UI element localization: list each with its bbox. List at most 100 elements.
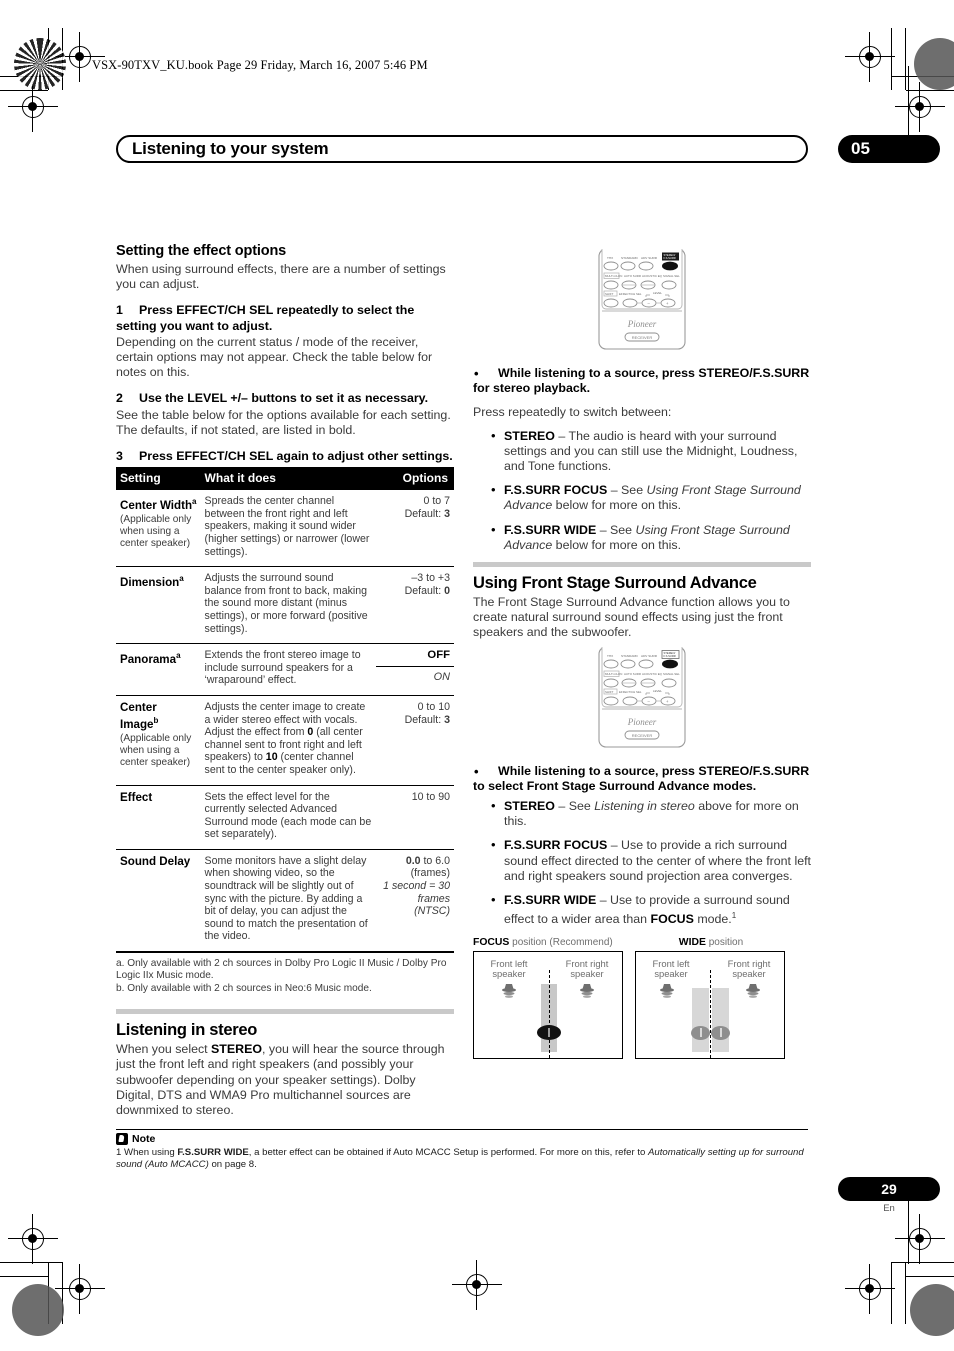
- cell-desc-panorama: Extends the front stereo image to includ…: [200, 643, 377, 696]
- table-footnotes: a. Only available with 2 ch sources in D…: [116, 953, 454, 995]
- setting-name-center-image: Center Image: [120, 700, 157, 732]
- options-range-center-image: 0 to 10: [417, 700, 450, 713]
- crop-mark-bl-h2: [0, 1276, 48, 1278]
- registration-mark-top-left-lower: [8, 82, 58, 132]
- cell-desc-center-width: Spreads the center channel between the f…: [204, 495, 370, 558]
- step-1-text: Press EFFECT/CH SEL repeatedly to select…: [116, 303, 415, 333]
- svg-text:THX: THX: [607, 654, 613, 658]
- diagram-wide: WIDE position Front left speaker Front r…: [635, 937, 787, 1059]
- diagram-focus-box: Front left speaker Front right speaker: [473, 950, 623, 1059]
- svg-text:RECEIVER: RECEIVER: [632, 732, 653, 737]
- setting-name-panorama: Panorama: [120, 653, 177, 667]
- text-wide-post: below for more on this.: [552, 537, 682, 552]
- term-fssa-stereo: STEREO: [504, 799, 555, 814]
- stereo-instruction-heading-text: While listening to a source, press STERE…: [473, 366, 810, 396]
- cell-setting-effect: Effect: [116, 784, 201, 850]
- step-1-number: 1: [116, 303, 123, 318]
- setting-name-effect: Effect: [120, 790, 153, 804]
- stereo-mode-list: STEREO – The audio is heard with your su…: [473, 428, 811, 553]
- table-row-panorama: Panoramaa Extends the front stereo image…: [116, 643, 454, 696]
- crop-mark-tr-v: [891, 28, 893, 90]
- svg-text:MULTI-CH IN: MULTI-CH IN: [605, 274, 622, 278]
- cell-options-center-image: 0 to 10 Default: 3: [376, 694, 454, 786]
- svg-text:Pioneer: Pioneer: [627, 319, 657, 329]
- section-heading-front-stage-surround-advance: Using Front Stage Surround Advance: [473, 574, 757, 593]
- right-column: THX STANDARD ADV SURR STEREO/ F.S.SURR M…: [473, 243, 811, 1059]
- stereo-mode-item-stereo: STEREO – The audio is heard with your su…: [491, 428, 811, 475]
- cell-desc-dimension: Adjusts the surround sound balance from …: [200, 566, 377, 644]
- term-fssa-focus: F.S.SURR FOCUS: [504, 838, 608, 853]
- svg-text:SIGNAL SEL: SIGNAL SEL: [663, 274, 680, 278]
- section-body-front-stage-surround-advance: The Front Stage Surround Advance functio…: [473, 595, 790, 640]
- step-3-number: 3: [116, 449, 123, 464]
- diagram-wide-left-speaker-icon: [660, 983, 674, 998]
- svg-text:LEVEL: LEVEL: [653, 689, 662, 693]
- desc-ci-b2: 10: [265, 751, 278, 764]
- term-stereo: STEREO: [504, 428, 555, 443]
- text-focus-pre: See: [621, 483, 647, 498]
- diagram-wide-caption: WIDE position: [635, 937, 787, 948]
- cell-desc-sound-delay: Some monitors have a slight delay when s…: [200, 848, 377, 952]
- book-file-header: VSX-90TXV_KU.book Page 29 Friday, March …: [92, 58, 428, 72]
- diagram-focus-right-speaker-icon: [580, 983, 594, 998]
- setting-note-center-width: (Applicable only when using a center spe…: [120, 513, 192, 549]
- crop-mark-tr-v2: [905, 28, 907, 90]
- note-block: Note 1 When using F.S.SURR WIDE, a bette…: [116, 1129, 808, 1171]
- stereo-instruction-heading: While listening to a source, press STERE…: [473, 366, 811, 396]
- chapter-number-badge: 05: [838, 135, 940, 163]
- page-number-badge: 29: [838, 1177, 940, 1201]
- cell-setting-center-width: Center Widtha (Applicable only when usin…: [116, 490, 201, 566]
- left-column: Setting the effect options When using su…: [116, 243, 454, 1129]
- fssa-mode-item-wide: F.S.SURR WIDE – Use to provide a surroun…: [491, 892, 811, 928]
- density-patch-top-left: [14, 38, 66, 90]
- svg-text:F.S.SURR: F.S.SURR: [664, 654, 676, 658]
- setting-note-center-image: (Applicable only when using a center spe…: [120, 733, 192, 768]
- dash-stereo: –: [554, 428, 569, 443]
- effect-options-table: Setting What it does Options Center Widt…: [116, 467, 454, 952]
- stereo-mode-item-wide: F.S.SURR WIDE – See Using Front Stage Su…: [491, 522, 811, 553]
- table-header-row: Setting What it does Options: [116, 467, 454, 491]
- options-sd-bold: 0.0: [405, 854, 421, 867]
- setting-name-dimension: Dimension: [120, 576, 180, 590]
- density-patch-bottom-right: [910, 1284, 954, 1336]
- diagram-focus-listener-mark: [548, 1027, 550, 1037]
- diagram-wide-coverage-right: [712, 987, 729, 1052]
- chapter-title-bar: Listening to your system: [116, 135, 808, 163]
- cell-options-center-width: 0 to 7 Default: 3: [376, 490, 454, 566]
- options-default-center-image: 3: [444, 713, 450, 726]
- dash-focus: –: [607, 483, 622, 498]
- fssa-instruction-heading-text: While listening to a source, press STERE…: [473, 763, 810, 793]
- step-2-number: 2: [116, 391, 123, 406]
- cell-setting-dimension: Dimensiona: [116, 566, 201, 644]
- cell-desc-effect: Sets the effect level for the currently …: [200, 784, 377, 850]
- term-fssurr-focus: F.S.SURR FOCUS: [504, 483, 608, 498]
- options-default-label-dimension: Default:: [404, 584, 445, 597]
- footnote-ref-a2: a: [179, 574, 184, 584]
- crop-mark-br-v: [891, 1262, 893, 1324]
- options-panorama-on: ON: [376, 665, 454, 692]
- svg-text:STANDARD: STANDARD: [621, 654, 639, 658]
- remote-control-illustration-1: THX STANDARD ADV SURR STEREO/ F.S.SURR M…: [598, 249, 686, 350]
- diagram-wide-box: Front left speaker Front right speaker: [635, 950, 785, 1059]
- diagram-wide-right-speaker-icon: [746, 983, 760, 998]
- svg-text:EFFECT/CH SEL: EFFECT/CH SEL: [619, 690, 642, 694]
- remote-illustration-stereo-wrap: THX STANDARD ADV SURR STEREO/ F.S.SURR M…: [473, 249, 811, 354]
- section-body-listening-in-stereo: When you select STEREO, you will hear th…: [116, 1042, 454, 1118]
- section-divider-rule: [116, 1009, 454, 1015]
- term-fssa-wide: F.S.SURR WIDE: [504, 893, 597, 908]
- table-header-what-it-does: What it does: [200, 467, 377, 491]
- fssa-instruction-heading: While listening to a source, press STERE…: [473, 764, 811, 794]
- section-intro-effect-options: When using surround effects, there are a…: [116, 262, 446, 292]
- lis-bold: STEREO: [211, 1042, 262, 1057]
- lis-pre: When you select: [116, 1042, 212, 1057]
- options-sd-italic: 1 second = 30 frames (NTSC): [383, 880, 450, 918]
- svg-text:SHIFT: SHIFT: [605, 292, 614, 296]
- cell-options-sound-delay: 0.0 to 6.0 (frames) 1 second = 30 frames…: [376, 848, 454, 952]
- table-row-center-image: Center Imageb (Applicable only when usin…: [116, 694, 454, 786]
- options-default-label-center-image: Default:: [404, 713, 445, 726]
- diagram-wide-right-label: Front right speaker: [727, 957, 771, 979]
- diagram-focus-right-label: Front right speaker: [565, 957, 609, 979]
- diagram-wide-listener-left-mark: [700, 1027, 702, 1037]
- table-header-options: Options: [376, 467, 454, 491]
- svg-text:ACOUSTIC EQ: ACOUSTIC EQ: [642, 672, 663, 676]
